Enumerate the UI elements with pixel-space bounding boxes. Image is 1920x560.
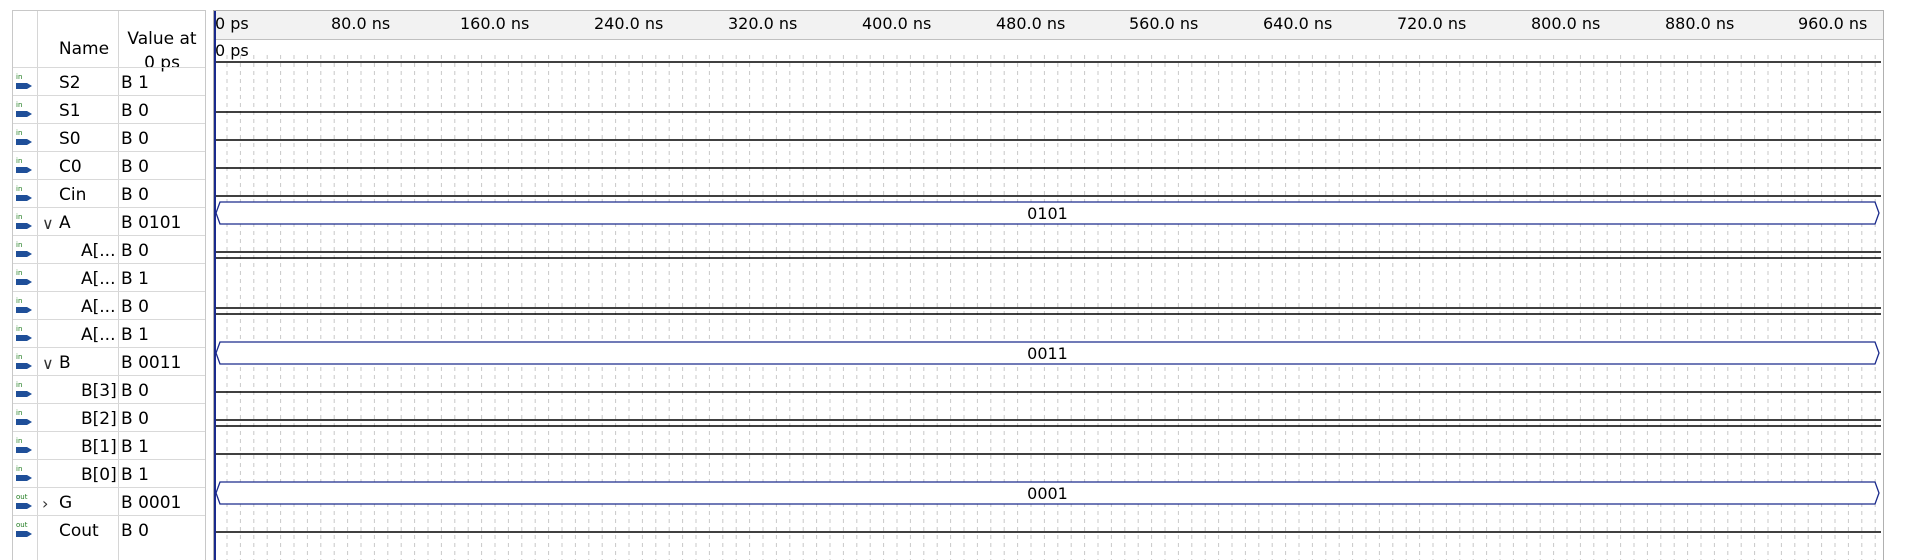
bus-value-label: 0011: [1027, 344, 1068, 363]
signal-name: B[0]: [81, 465, 117, 485]
input-pin-icon: in: [16, 409, 32, 428]
name-column-header[interactable]: Name: [39, 39, 129, 59]
input-pin-icon: in: [16, 353, 32, 372]
signal-value: B 1: [121, 269, 149, 289]
signal-row[interactable]: out Cout B 0: [13, 515, 205, 544]
signal-row[interactable]: out › G B 0001: [13, 487, 205, 516]
signal-name: A[...: [81, 269, 116, 289]
input-pin-icon: in: [16, 325, 32, 344]
input-pin-icon: in: [16, 297, 32, 316]
signal-name: B: [59, 353, 71, 373]
signal-row[interactable]: in A[... B 0: [13, 235, 205, 264]
signal-name: G: [59, 493, 73, 513]
input-pin-icon: in: [16, 437, 32, 456]
value-header-line1: Value at: [127, 29, 197, 49]
signal-list-panel: Name Value at 0 ps in S2 B 1 in S1 B 0 in S0 B 0…: [12, 10, 206, 560]
input-pin-icon: in: [16, 157, 32, 176]
signal-name: A[...: [81, 325, 116, 345]
output-pin-icon: out: [16, 493, 32, 512]
waveform-canvas[interactable]: 0101 0011 0001: [214, 11, 1883, 560]
signal-name: B[1]: [81, 437, 117, 457]
signal-row[interactable]: in S0 B 0: [13, 123, 205, 152]
signal-name: B[3]: [81, 381, 117, 401]
signal-value: B 0001: [121, 493, 182, 513]
signal-row[interactable]: in S1 B 0: [13, 95, 205, 124]
input-pin-icon: in: [16, 185, 32, 204]
chevron-down-icon[interactable]: ∨: [42, 354, 54, 373]
signal-name: A[...: [81, 241, 116, 261]
signal-name: S1: [59, 101, 81, 121]
signal-value: B 0: [121, 185, 149, 205]
waveform-panel[interactable]: 0 ps 80.0 ns 160.0 ns 240.0 ns 320.0 ns 400.0…: [213, 10, 1884, 560]
signal-row[interactable]: in A[... B 1: [13, 263, 205, 292]
input-pin-icon: in: [16, 381, 32, 400]
signal-value: B 1: [121, 325, 149, 345]
signal-name: Cout: [59, 521, 99, 541]
signal-value: B 1: [121, 73, 149, 93]
signal-value: B 0: [121, 409, 149, 429]
input-pin-icon: in: [16, 73, 32, 92]
signal-name: S0: [59, 129, 81, 149]
signal-value: B 0101: [121, 213, 182, 233]
signal-row[interactable]: in C0 B 0: [13, 151, 205, 180]
input-pin-icon: in: [16, 269, 32, 288]
signal-value: B 0: [121, 381, 149, 401]
chevron-down-icon[interactable]: ∨: [42, 214, 54, 233]
input-pin-icon: in: [16, 465, 32, 484]
bus-value-label: 0101: [1027, 204, 1068, 223]
signal-value: B 0: [121, 521, 149, 541]
waveform-editor: Name Value at 0 ps in S2 B 1 in S1 B 0 in S0 B 0…: [0, 0, 1920, 560]
signal-value: B 0: [121, 101, 149, 121]
signal-name: Cin: [59, 185, 87, 205]
signal-row[interactable]: in ∨ A B 0101: [13, 207, 205, 236]
signal-value: B 0: [121, 157, 149, 177]
signal-value: B 1: [121, 465, 149, 485]
signal-name: S2: [59, 73, 81, 93]
signal-row[interactable]: in ∨ B B 0011: [13, 347, 205, 376]
signal-value: B 0: [121, 241, 149, 261]
signal-name: B[2]: [81, 409, 117, 429]
signal-value: B 1: [121, 437, 149, 457]
input-pin-icon: in: [16, 241, 32, 260]
signal-row[interactable]: in S2 B 1: [13, 67, 205, 96]
output-pin-icon: out: [16, 521, 32, 540]
signal-row[interactable]: in A[... B 0: [13, 291, 205, 320]
signal-row[interactable]: in B[2] B 0: [13, 403, 205, 432]
input-pin-icon: in: [16, 101, 32, 120]
signal-name: C0: [59, 157, 82, 177]
signal-row[interactable]: in B[3] B 0: [13, 375, 205, 404]
input-pin-icon: in: [16, 129, 32, 148]
signal-value: B 0: [121, 297, 149, 317]
signal-name: A[...: [81, 297, 116, 317]
time-marker-label: 0 ps: [215, 41, 249, 60]
chevron-right-icon[interactable]: ›: [42, 494, 48, 513]
signal-value: B 0011: [121, 353, 182, 373]
signal-row[interactable]: in B[0] B 1: [13, 459, 205, 488]
signal-row[interactable]: in A[... B 1: [13, 319, 205, 348]
input-pin-icon: in: [16, 213, 32, 232]
signal-row[interactable]: in Cin B 0: [13, 179, 205, 208]
signal-name: A: [59, 213, 71, 233]
bus-value-label: 0001: [1027, 484, 1068, 503]
signal-value: B 0: [121, 129, 149, 149]
signal-row[interactable]: in B[1] B 1: [13, 431, 205, 460]
